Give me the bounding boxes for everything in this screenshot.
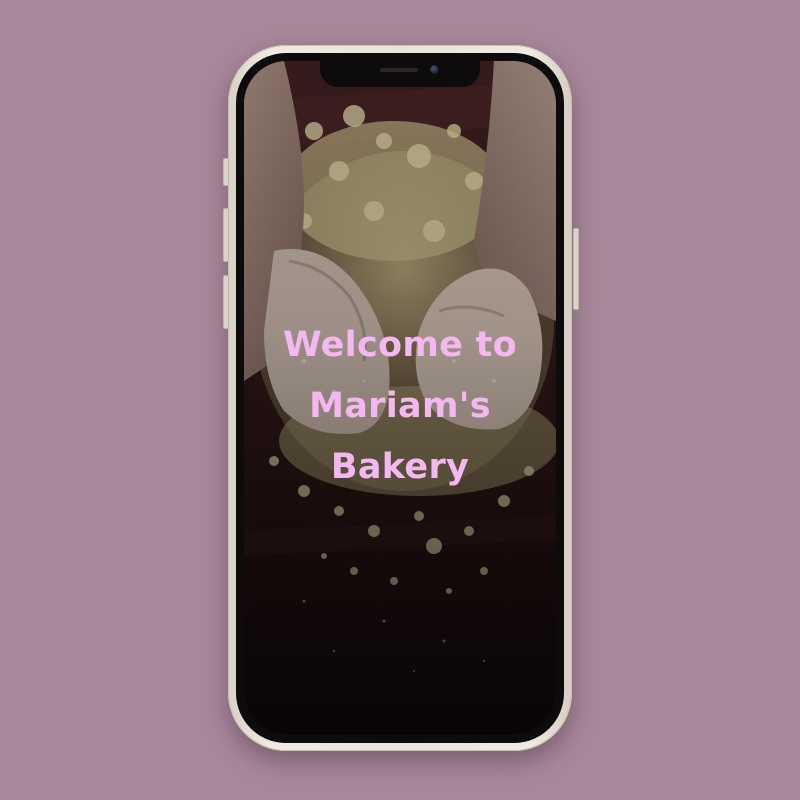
notch — [320, 60, 480, 87]
earpiece-speaker — [380, 68, 418, 72]
volume-down-button — [223, 275, 229, 329]
silent-switch — [223, 158, 229, 186]
volume-up-button — [223, 208, 229, 262]
power-button — [573, 228, 579, 310]
front-camera-icon — [430, 65, 439, 74]
welcome-title: Welcome to Mariam's Bakery — [282, 325, 518, 487]
